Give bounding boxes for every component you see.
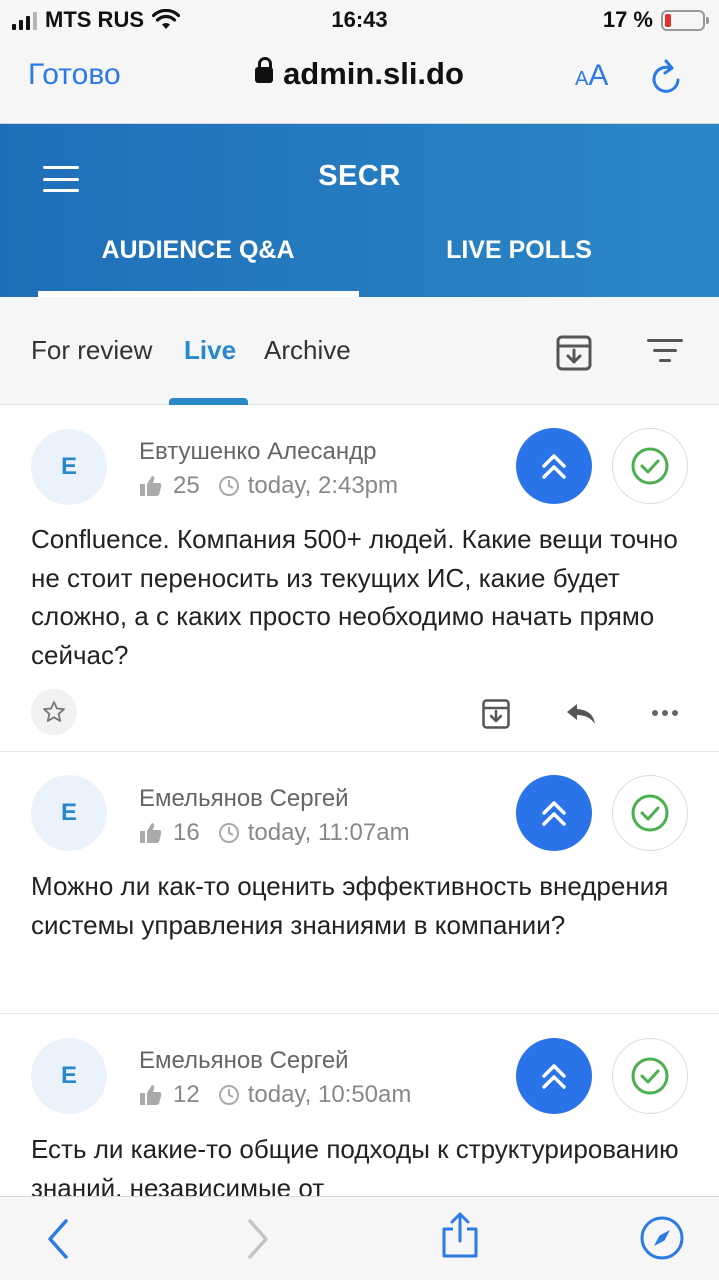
tab-live-polls[interactable]: LIVE POLLS [359,236,679,265]
question-card: E Евтушенко Алесандр 25 today, 2:43pm Co… [0,405,719,752]
more-icon[interactable] [652,710,678,716]
avatar: E [31,1038,107,1114]
question-text: Есть ли какие-то общие подходы к структу… [31,1134,679,1196]
text-size-button[interactable]: AA [575,59,608,93]
star-icon [43,701,65,722]
question-time: today, 2:43pm [247,472,399,499]
thumbs-up-icon [140,1085,162,1105]
status-right: 17 % [602,7,709,33]
back-icon[interactable] [44,1217,72,1261]
approve-button[interactable] [612,775,688,851]
question-author: Евтушенко Алесандр [139,438,377,465]
check-icon [631,1057,669,1095]
star-button[interactable] [31,689,77,735]
active-subtab-indicator [169,398,248,405]
double-chevron-up-icon [542,454,566,479]
subtab-archive[interactable]: Archive [264,335,351,366]
archive-icon[interactable] [482,699,510,729]
forward-icon[interactable] [244,1217,272,1261]
avatar: E [31,429,107,505]
question-text: Можно ли как-то оценить эффективность вн… [31,871,669,940]
battery-icon [661,9,709,31]
subtab-live[interactable]: Live [184,335,236,366]
question-meta: 12 today, 10:50am [139,1081,411,1109]
likes-count: 16 [173,819,200,846]
app-header: SECR AUDIENCE Q&A LIVE POLLS [0,124,719,297]
question-author: Емельянов Сергей [139,785,349,812]
filter-icon[interactable] [647,337,683,363]
thumbs-up-icon [140,823,162,843]
status-bar: MTS RUS 16:43 17 % [0,0,719,40]
battery-percent: 17 % [602,7,653,32]
question-text: Confluence. Компания 500+ людей. Какие в… [31,524,678,670]
question-filter-tabs: For review Live Archive [0,297,719,405]
check-icon [631,447,669,485]
question-actions [0,689,719,737]
question-time: today, 11:07am [247,819,410,846]
reload-icon[interactable] [650,58,684,96]
browser-toolbar [0,1196,719,1280]
check-icon [631,794,669,832]
double-chevron-up-icon [542,1064,566,1089]
highlight-button[interactable] [516,1038,592,1114]
address-bar[interactable]: admin.sli.do [0,56,719,92]
question-author: Емельянов Сергей [139,1047,349,1074]
highlight-button[interactable] [516,428,592,504]
approve-button[interactable] [612,1038,688,1114]
reply-icon[interactable] [565,702,597,726]
approve-button[interactable] [612,428,688,504]
question-card: E Емельянов Сергей 16 today, 11:07am Мож… [0,752,719,1014]
compass-icon[interactable] [639,1215,685,1261]
browser-bar: Готово admin.sli.do AA [0,40,719,124]
subtab-for-review[interactable]: For review [31,335,152,366]
clock-icon [218,1085,239,1105]
avatar: E [31,775,107,851]
share-icon[interactable] [440,1211,480,1259]
question-time: today, 10:50am [247,1081,412,1108]
question-card: E Емельянов Сергей 12 today, 10:50am Ест… [0,1014,719,1196]
url-text: admin.sli.do [283,56,464,91]
event-title: SECR [318,160,401,192]
question-meta: 25 today, 2:43pm [139,472,398,500]
likes-count: 12 [173,1081,200,1108]
double-chevron-up-icon [542,801,566,826]
clock-icon [218,823,239,843]
question-meta: 16 today, 11:07am [139,819,410,847]
archive-all-icon[interactable] [556,335,592,371]
lock-icon [255,57,274,83]
clock-icon [218,476,239,496]
highlight-button[interactable] [516,775,592,851]
likes-count: 25 [173,472,200,499]
thumbs-up-icon [140,476,162,496]
tab-audience-qa[interactable]: AUDIENCE Q&A [38,236,358,265]
